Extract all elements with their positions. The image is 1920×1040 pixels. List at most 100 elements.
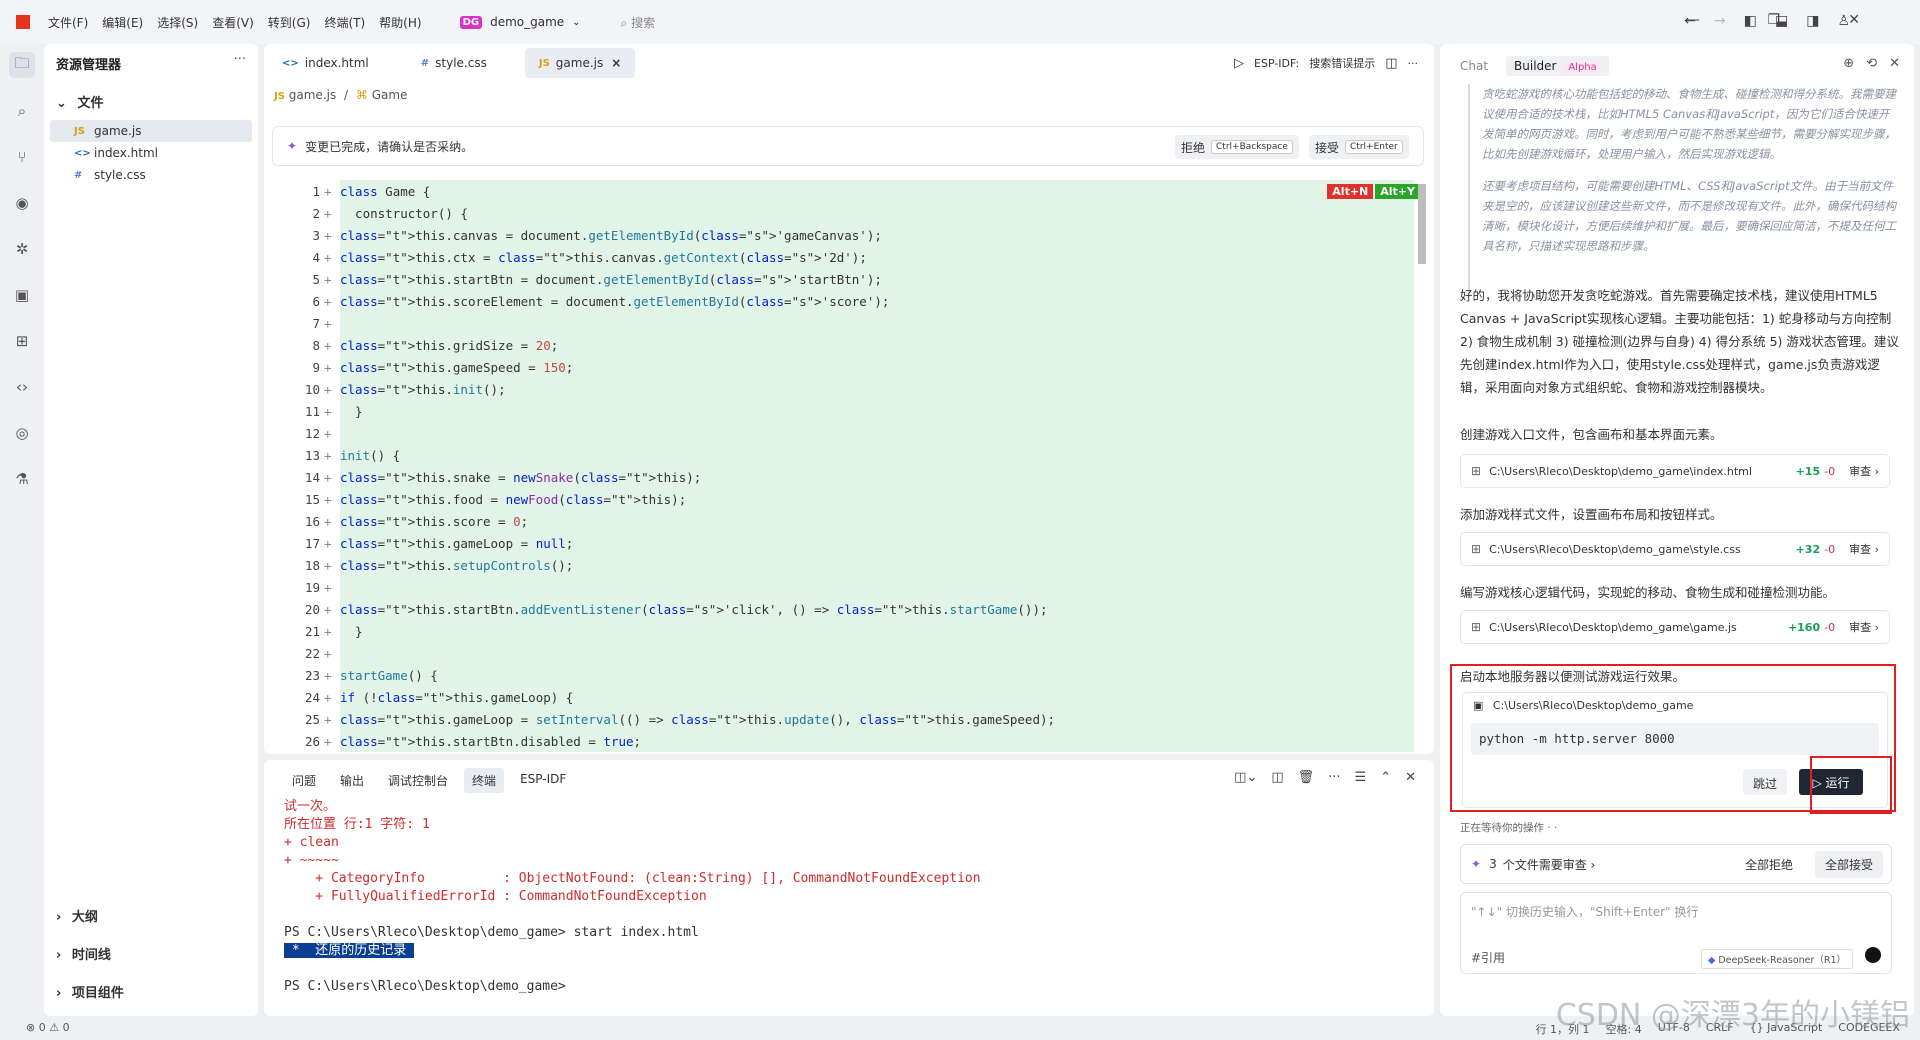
tab-style-css[interactable]: # style.css bbox=[407, 48, 501, 78]
file-item-index-html[interactable]: <> index.html bbox=[50, 142, 252, 164]
close-window-icon[interactable]: ✕ bbox=[1848, 12, 1860, 28]
code-line[interactable]: 23 + startGame() { bbox=[274, 664, 1414, 686]
code-line[interactable]: 18 + class ="t">this. setupControls (); bbox=[274, 554, 1414, 576]
menu-view[interactable]: 查看(V) bbox=[212, 14, 254, 31]
file-item-style-css[interactable]: # style.css bbox=[50, 164, 252, 186]
split-editor-icon[interactable]: ◫ bbox=[1385, 56, 1397, 71]
review-link[interactable]: 审查 › bbox=[1849, 619, 1879, 635]
history-icon[interactable]: ⟲ bbox=[1866, 56, 1877, 71]
file-change-card[interactable]: ⊞ C:\Users\Rleco\Desktop\demo_game\game.… bbox=[1460, 610, 1890, 644]
code-line[interactable]: 13 + init() { bbox=[274, 444, 1414, 466]
skip-button[interactable]: 跳过 bbox=[1743, 769, 1788, 795]
explorer-icon[interactable]: 🗀 bbox=[9, 52, 35, 78]
run-debug-icon[interactable]: ◉ bbox=[9, 190, 35, 216]
breadcrumb-file[interactable]: game.js bbox=[289, 88, 336, 102]
menu-edit[interactable]: 编辑(E) bbox=[102, 14, 143, 31]
close-icon[interactable]: ✕ bbox=[1405, 770, 1416, 785]
forward-arrow-icon[interactable]: → bbox=[1714, 13, 1726, 29]
menu-selection[interactable]: 选择(S) bbox=[157, 14, 198, 31]
review-link[interactable]: 审查 › bbox=[1849, 463, 1879, 479]
send-stop-icon[interactable] bbox=[1865, 947, 1881, 963]
menu-file[interactable]: 文件(F) bbox=[48, 14, 88, 31]
file-change-card[interactable]: ⊞ C:\Users\Rleco\Desktop\demo_game\style… bbox=[1460, 532, 1890, 566]
code-line[interactable]: 14 + class ="t">this.snake = new Snake(cla… bbox=[274, 466, 1414, 488]
code-line[interactable]: 25 + class ="t">this.gameLoop = setInterva… bbox=[274, 708, 1414, 730]
code-line[interactable]: 22 + bbox=[274, 642, 1414, 664]
review-link[interactable]: 审查 › bbox=[1849, 541, 1879, 557]
code-line[interactable]: 16 + class ="t">this.score = 0; bbox=[274, 510, 1414, 532]
tab-esp-idf[interactable]: ESP-IDF bbox=[512, 768, 574, 793]
tab-output[interactable]: 输出 bbox=[332, 768, 372, 793]
code-icon[interactable]: ‹› bbox=[9, 374, 35, 400]
code-line[interactable]: 2 + constructor() { bbox=[274, 202, 1414, 224]
code-line[interactable]: 3 + class ="t">this.canvas = document. getE… bbox=[274, 224, 1414, 246]
remote-icon[interactable]: ▣ bbox=[9, 282, 35, 308]
file-change-card[interactable]: ⊞ C:\Users\Rleco\Desktop\demo_game\index… bbox=[1460, 454, 1890, 488]
reject-all-button[interactable]: 全部拒绝 bbox=[1745, 856, 1793, 873]
close-icon[interactable]: ✕ bbox=[1889, 56, 1900, 71]
trash-icon[interactable]: 🗑 bbox=[1298, 770, 1315, 785]
testing-icon[interactable]: ⚗ bbox=[9, 466, 35, 492]
toggle-secondary-sidebar-icon[interactable]: ◨ bbox=[1806, 13, 1819, 29]
code-line[interactable]: 9 + class ="t">this.gameSpeed = 150; bbox=[274, 356, 1414, 378]
chevron-up-icon[interactable]: ⌃ bbox=[1380, 770, 1391, 785]
code-line[interactable]: 5 + class ="t">this.startBtn = document. ge… bbox=[274, 268, 1414, 290]
accept-button[interactable]: 接受 Ctrl+Enter bbox=[1309, 135, 1409, 159]
menu-help[interactable]: 帮助(H) bbox=[379, 14, 421, 31]
code-line[interactable]: 20 + class ="t">this.startBtn. addEventList… bbox=[274, 598, 1414, 620]
quote-button[interactable]: #引用 bbox=[1471, 949, 1505, 966]
restore-icon[interactable]: ❐ bbox=[1767, 12, 1780, 28]
model-selector[interactable]: ◆ DeepSeek-Reasoner（R1） bbox=[1701, 949, 1854, 969]
editor-scrollbar[interactable] bbox=[1418, 184, 1426, 264]
more-icon[interactable]: ··· bbox=[234, 52, 246, 67]
file-item-game-js[interactable]: JS game.js bbox=[50, 120, 252, 142]
filter-icon[interactable]: ☰ bbox=[1355, 770, 1367, 785]
code-line[interactable]: 10 + class ="t">this. init (); bbox=[274, 378, 1414, 400]
terminal-output[interactable]: 试一次。 所在位置 行:1 字符: 1 + clean + ~~~~~ + Categ… bbox=[284, 798, 981, 996]
tab-chat[interactable]: Chat bbox=[1460, 59, 1488, 73]
reject-button[interactable]: 拒绝 Ctrl+Backspace bbox=[1175, 135, 1299, 159]
extensions-icon[interactable]: ⊞ bbox=[9, 328, 35, 354]
tab-builder[interactable]: Builder Alpha bbox=[1506, 56, 1609, 76]
search-icon[interactable]: ⌕ bbox=[9, 98, 35, 124]
code-line[interactable]: 17 + class ="t">this.gameLoop = null; bbox=[274, 532, 1414, 554]
split-terminal-icon[interactable]: ◫ bbox=[1271, 770, 1283, 785]
code-line[interactable]: 21 + } bbox=[274, 620, 1414, 642]
code-line[interactable]: 12 + bbox=[274, 422, 1414, 444]
breadcrumb-symbol[interactable]: Game bbox=[372, 88, 408, 102]
run-icon[interactable]: ▷ bbox=[1234, 56, 1244, 71]
close-icon[interactable]: × bbox=[611, 56, 621, 70]
more-icon[interactable]: ··· bbox=[1408, 57, 1419, 70]
code-line[interactable]: 6 + class ="t">this.scoreElement = documen… bbox=[274, 290, 1414, 312]
more-icon[interactable]: ··· bbox=[1328, 770, 1340, 785]
command-text[interactable]: python -m http.server 8000 bbox=[1471, 723, 1879, 755]
code-line[interactable]: 8 + class ="t">this.gridSize = 20; bbox=[274, 334, 1414, 356]
code-line[interactable]: 4 + class ="t">this.ctx = class ="t">this.c… bbox=[274, 246, 1414, 268]
tab-problems[interactable]: 问题 bbox=[284, 768, 324, 793]
reject-hunk-badge[interactable]: Alt+N bbox=[1327, 184, 1374, 199]
tab-terminal[interactable]: 终端 bbox=[464, 768, 505, 793]
project-components-section[interactable]: › 项目组件 bbox=[56, 982, 124, 1001]
code-editor[interactable]: 1 + class Game {2 + constructor() {3 + class… bbox=[274, 180, 1414, 754]
project-switcher[interactable]: DG demo_game ⌄ bbox=[459, 15, 581, 29]
minimize-icon[interactable]: — bbox=[1686, 12, 1700, 28]
code-line[interactable]: 1 + class Game { bbox=[274, 180, 1414, 202]
esp-hint[interactable]: 搜索错误提示 bbox=[1309, 55, 1375, 71]
code-line[interactable]: 11 + } bbox=[274, 400, 1414, 422]
problems-count[interactable]: ⊗ 0 ⚠ 0 bbox=[26, 1021, 70, 1034]
code-line[interactable]: 15 + class ="t">this.food = new Food(class… bbox=[274, 488, 1414, 510]
files-section-header[interactable]: ⌄ 文件 bbox=[56, 92, 103, 111]
code-line[interactable]: 7 + bbox=[274, 312, 1414, 334]
chat-input[interactable]: "↑↓" 切换历史输入，"Shift+Enter" 换行 #引用 ◆ DeepS… bbox=[1460, 892, 1892, 974]
new-chat-icon[interactable]: ⊕ bbox=[1843, 56, 1854, 71]
accept-hunk-badge[interactable]: Alt+Y bbox=[1375, 184, 1420, 199]
menu-go[interactable]: 转到(G) bbox=[268, 14, 311, 31]
toggle-sidebar-icon[interactable]: ◧ bbox=[1744, 13, 1757, 29]
tab-game-js[interactable]: JS game.js × bbox=[524, 48, 636, 78]
tab-index-html[interactable]: <> index.html bbox=[268, 48, 383, 78]
outline-section[interactable]: › 大纲 bbox=[56, 906, 98, 925]
top-search[interactable]: ⌕ 搜索 bbox=[621, 14, 656, 31]
review-count[interactable]: 3 bbox=[1489, 857, 1497, 871]
tab-debug-console[interactable]: 调试控制台 bbox=[380, 768, 456, 793]
code-line[interactable]: 19 + bbox=[274, 576, 1414, 598]
